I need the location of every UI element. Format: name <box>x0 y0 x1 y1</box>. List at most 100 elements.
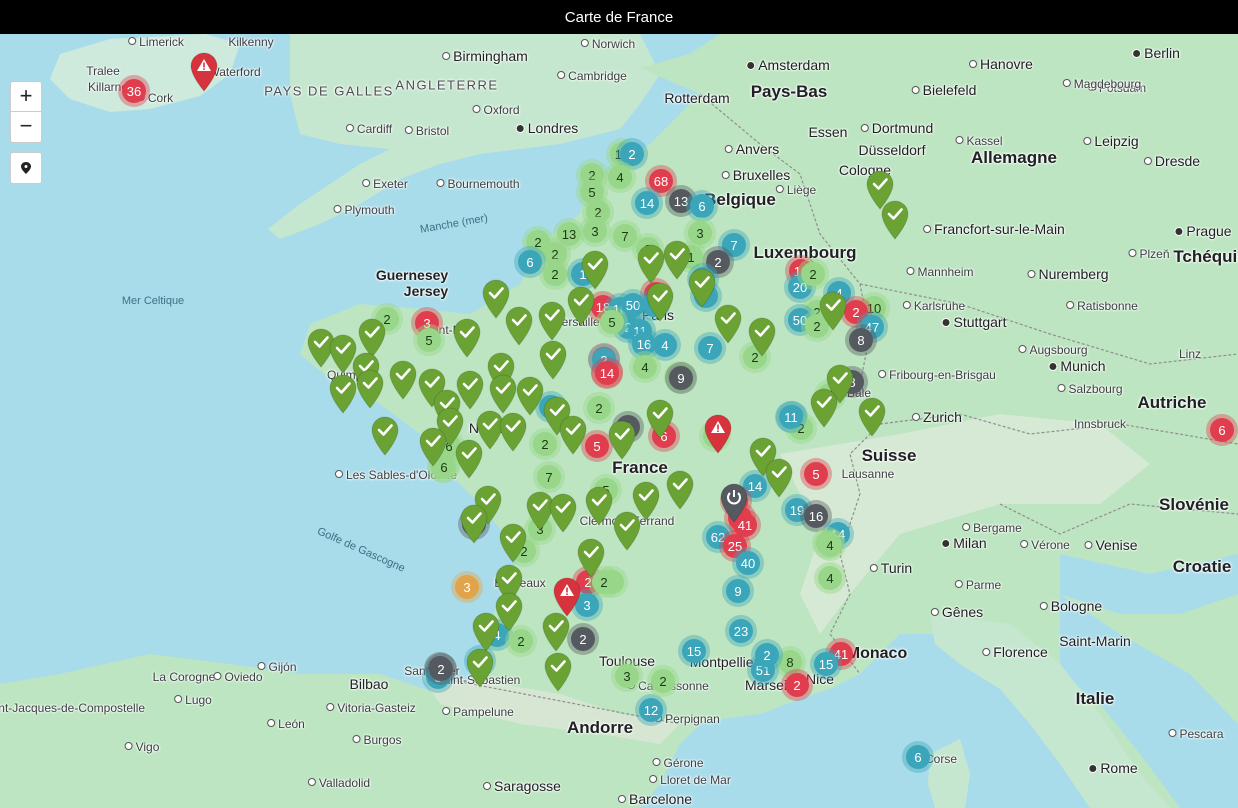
check-pin-icon[interactable] <box>645 282 675 322</box>
check-pin-icon[interactable] <box>880 200 910 240</box>
cluster-marker[interactable]: 5 <box>585 434 609 458</box>
check-pin-icon[interactable] <box>665 470 695 510</box>
cluster-marker[interactable]: 4 <box>608 165 632 189</box>
cluster-marker[interactable]: 23 <box>729 619 753 643</box>
map-canvas[interactable]: + − PAYS DE GALLES ANGLETERRE Pays-Bas B… <box>0 34 1238 808</box>
city-label: Gérone <box>652 756 703 770</box>
cluster-marker[interactable]: 5 <box>804 462 828 486</box>
cluster-marker[interactable]: 6 <box>906 745 930 769</box>
check-pin-icon[interactable] <box>538 340 568 380</box>
cluster-marker[interactable]: 2 <box>785 673 809 697</box>
cluster-marker[interactable]: 4 <box>653 333 677 357</box>
city-label: Oviedo <box>213 670 262 684</box>
cluster-marker[interactable]: 12 <box>639 698 663 722</box>
cluster-marker[interactable]: 2 <box>587 396 611 420</box>
cluster-marker[interactable]: 14 <box>635 191 659 215</box>
locate-button[interactable] <box>10 152 42 184</box>
check-pin-icon[interactable] <box>645 399 675 439</box>
cluster-marker[interactable]: 4 <box>633 355 657 379</box>
check-pin-icon[interactable] <box>548 493 578 533</box>
check-pin-icon[interactable] <box>612 511 642 551</box>
cluster-marker[interactable]: 11 <box>779 405 803 429</box>
check-pin-icon[interactable] <box>418 427 448 467</box>
alert-pin-icon[interactable] <box>703 414 733 454</box>
cluster-marker[interactable]: 3 <box>455 575 479 599</box>
check-pin-icon[interactable] <box>566 286 596 326</box>
zoom-out-button[interactable]: − <box>10 111 42 143</box>
check-pin-icon[interactable] <box>504 306 534 346</box>
cluster-marker[interactable]: 8 <box>778 650 802 674</box>
check-pin-icon[interactable] <box>515 376 545 416</box>
cluster-marker[interactable]: 2 <box>651 669 675 693</box>
cluster-marker[interactable]: 2 <box>429 657 453 681</box>
cluster-marker[interactable]: 2 <box>509 629 533 653</box>
check-pin-icon[interactable] <box>818 291 848 331</box>
cluster-marker[interactable]: 40 <box>736 551 760 575</box>
check-pin-icon[interactable] <box>809 388 839 428</box>
cluster-marker[interactable]: 6 <box>1210 418 1234 442</box>
cluster-marker[interactable]: 68 <box>649 169 673 193</box>
check-pin-icon[interactable] <box>494 592 524 632</box>
cluster-marker[interactable]: 2 <box>620 142 644 166</box>
city-label: Plzeň <box>1128 247 1169 261</box>
cluster-marker[interactable]: 9 <box>726 579 750 603</box>
cluster-marker[interactable]: 4 <box>818 566 842 590</box>
check-pin-icon[interactable] <box>388 360 418 400</box>
cluster-marker[interactable]: 5 <box>417 328 441 352</box>
cluster-marker[interactable]: 2 <box>755 643 779 667</box>
check-pin-icon[interactable] <box>747 317 777 357</box>
cluster-marker[interactable]: 2 <box>801 262 825 286</box>
cluster-marker[interactable]: 3 <box>615 664 639 688</box>
cluster-marker[interactable]: 9 <box>669 366 693 390</box>
check-pin-icon[interactable] <box>370 416 400 456</box>
check-pin-icon[interactable] <box>452 318 482 358</box>
check-pin-icon[interactable] <box>328 374 358 414</box>
cluster-marker[interactable]: 16 <box>804 504 828 528</box>
cluster-marker[interactable]: 4 <box>818 533 842 557</box>
cluster-marker[interactable]: 5 <box>600 310 624 334</box>
check-pin-icon[interactable] <box>580 250 610 290</box>
check-pin-icon[interactable] <box>537 301 567 341</box>
alert-pin-icon[interactable] <box>189 52 219 92</box>
cluster-marker[interactable]: 7 <box>613 224 637 248</box>
city-label: Düsseldorf <box>858 142 926 158</box>
city-label: Londres <box>516 120 579 136</box>
cluster-marker[interactable]: 15 <box>814 652 838 676</box>
check-pin-icon[interactable] <box>541 612 571 652</box>
cluster-marker[interactable]: 6 <box>690 194 714 218</box>
city-label: Bergame <box>962 521 1022 535</box>
check-pin-icon[interactable] <box>355 369 385 409</box>
check-pin-icon[interactable] <box>488 374 518 414</box>
city-label: Lausanne <box>841 467 895 481</box>
cluster-marker[interactable]: 3 <box>583 219 607 243</box>
check-pin-icon[interactable] <box>607 420 637 460</box>
check-pin-icon[interactable] <box>465 648 495 688</box>
cluster-marker[interactable]: 8 <box>849 328 873 352</box>
power-pin-icon[interactable] <box>719 483 749 523</box>
check-pin-icon[interactable] <box>713 304 743 344</box>
cluster-marker[interactable]: 36 <box>122 79 146 103</box>
city-label: Berlin <box>1132 45 1180 61</box>
check-pin-icon[interactable] <box>459 504 489 544</box>
alert-pin-icon[interactable] <box>552 577 582 617</box>
check-pin-icon[interactable] <box>543 652 573 692</box>
check-pin-icon[interactable] <box>498 523 528 563</box>
check-pin-icon[interactable] <box>857 397 887 437</box>
check-pin-icon[interactable] <box>498 412 528 452</box>
check-pin-icon[interactable] <box>584 486 614 526</box>
cluster-marker[interactable]: 15 <box>682 639 706 663</box>
cluster-marker[interactable]: 13 <box>669 189 693 213</box>
cluster-marker[interactable]: 7 <box>537 465 561 489</box>
cluster-marker[interactable]: 14 <box>595 361 619 385</box>
check-pin-icon[interactable] <box>687 268 717 308</box>
zoom-in-button[interactable]: + <box>10 81 42 113</box>
cluster-marker[interactable]: 6 <box>518 250 542 274</box>
check-pin-icon[interactable] <box>764 458 794 498</box>
city-label: Plymouth <box>333 203 394 217</box>
check-pin-icon[interactable] <box>455 370 485 410</box>
check-pin-icon[interactable] <box>558 415 588 455</box>
cluster-marker[interactable]: 2 <box>571 627 595 651</box>
cluster-marker[interactable]: 2 <box>543 262 567 286</box>
check-pin-icon[interactable] <box>576 538 606 578</box>
city-label: Bournemouth <box>436 177 519 191</box>
